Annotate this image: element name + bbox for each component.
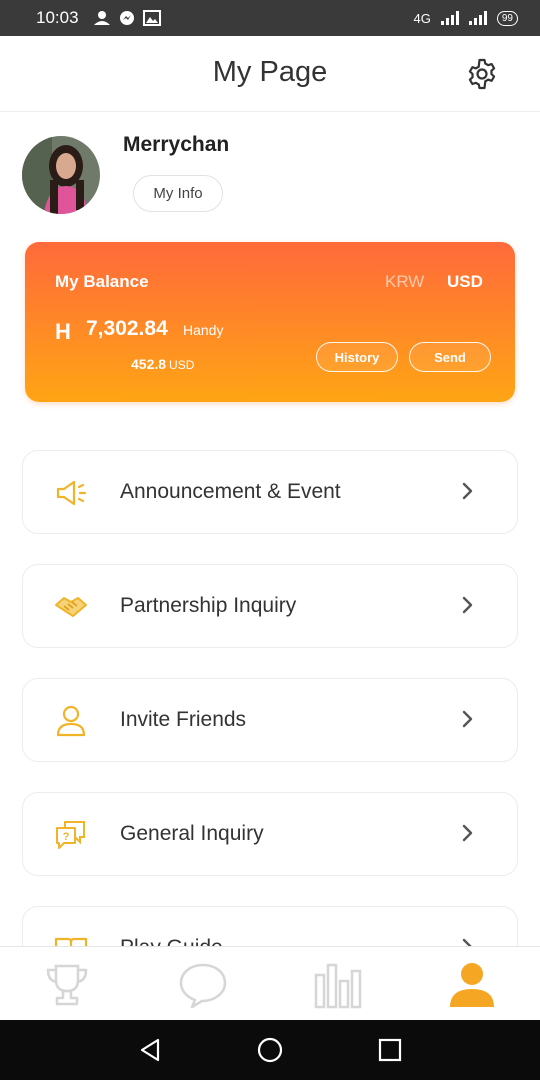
my-info-button[interactable]: My Info [133,175,223,212]
handy-token-icon: H [55,319,71,344]
trophy-icon[interactable] [42,961,92,1011]
profile-icon[interactable] [447,961,497,1011]
chevron-right-icon [462,596,473,614]
avatar[interactable] [22,136,100,214]
status-bar: 10:03 4G 99 [0,0,540,36]
svg-text:?: ? [63,831,70,843]
currency-usd-toggle[interactable]: USD [447,272,483,292]
balance-amount: 7,302.84 [86,317,168,340]
home-icon[interactable] [256,1036,284,1064]
menu-label: Invite Friends [120,708,247,731]
chevron-right-icon [462,482,473,500]
menu-label: Partnership Inquiry [120,594,297,617]
avatar-image [22,136,100,214]
bottom-nav [0,946,540,1020]
chat-bubble-icon[interactable] [178,961,228,1011]
status-time: 10:03 [36,8,79,27]
handshake-icon [55,597,87,617]
balance-card: My Balance KRW USD H 7,302.84 Handy 452.… [25,242,515,402]
usd-equivalent: 452.8 USD [131,356,194,372]
page-header: My Page [0,36,540,112]
megaphone-icon [56,480,87,506]
recent-apps-icon[interactable] [376,1036,404,1064]
history-button[interactable]: History [316,342,398,372]
bar-chart-icon[interactable] [312,961,362,1011]
usd-amount: 452.8 [131,356,167,372]
page-title: My Page [212,56,328,88]
menu-item-invite-friends[interactable]: Invite Friends [22,678,518,762]
signal-icon [440,11,459,25]
username: Merrychan [123,133,230,156]
chevron-right-icon [462,824,473,842]
messenger-icon [119,11,134,25]
send-button[interactable]: Send [409,342,491,372]
gallery-icon [142,10,161,26]
person-icon [56,705,86,737]
notification-icons [93,10,161,26]
signal-icon-2 [468,11,487,25]
balance-label: My Balance [55,272,149,291]
gear-icon[interactable] [466,58,498,90]
menu-item-announcement[interactable]: Announcement & Event [22,450,518,534]
menu-label: General Inquiry [120,822,264,845]
android-nav-bar [0,1020,540,1080]
network-label: 4G [413,10,431,26]
question-chat-icon: ? [56,821,85,849]
battery-icon: 99 [496,10,518,26]
status-right: 4G 99 [413,10,518,26]
menu-label: Announcement & Event [120,480,341,503]
menu-item-partnership[interactable]: Partnership Inquiry [22,564,518,648]
usd-unit: USD [169,358,195,372]
menu-item-general-inquiry[interactable]: ? General Inquiry [22,792,518,876]
person-notification-icon [93,11,110,25]
balance-unit: Handy [183,322,224,338]
chevron-right-icon [462,710,473,728]
currency-krw-toggle[interactable]: KRW [385,272,424,292]
back-icon[interactable] [136,1036,164,1064]
